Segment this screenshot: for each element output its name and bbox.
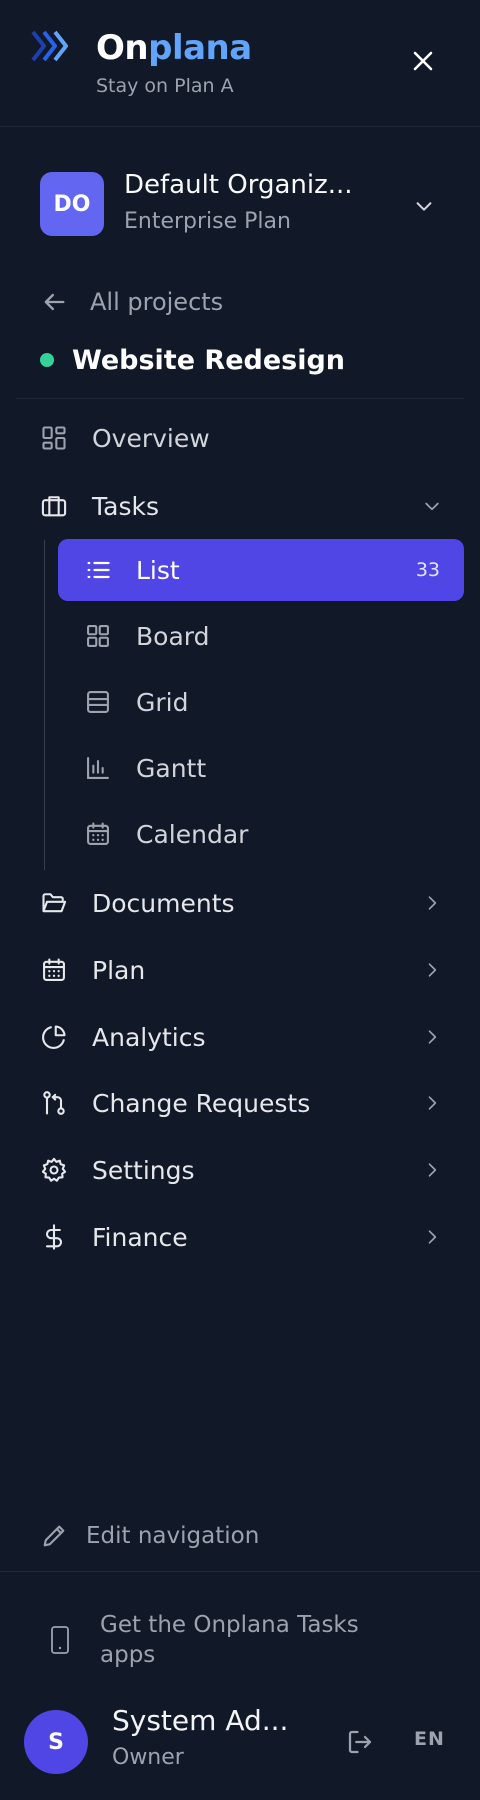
subnav-label-gantt: Gantt [136,753,207,783]
all-projects-link[interactable]: All projects [40,284,223,320]
edit-navigation-label: Edit navigation [86,1523,260,1549]
chevron-down-icon [416,202,432,211]
nav-item-overview[interactable]: Overview [40,414,444,462]
brand-name-plana: plana [148,28,252,68]
list-count-badge: 33 [415,559,440,581]
project-status-dot [40,353,54,367]
brand-logo-text: Onplana [96,28,252,68]
close-sidebar-button[interactable] [408,46,438,76]
organization-switcher-button[interactable] [408,190,440,222]
gantt-chart-icon [84,754,112,782]
brand-tagline: Stay on Plan A [96,75,234,97]
grid-icon [84,688,112,716]
organization-plan: Enterprise Plan [124,209,291,234]
briefcase-icon [40,492,68,520]
arrow-left-icon [44,293,65,311]
logout-icon [348,1730,372,1754]
dollar-icon [40,1223,68,1251]
nav-item-settings[interactable]: Settings [40,1146,444,1194]
subnav-item-grid[interactable]: Grid [58,671,464,733]
board-icon [84,622,112,650]
chevron-down-icon[interactable] [420,494,444,518]
language-toggle[interactable]: EN [414,1728,445,1750]
nav-item-tasks[interactable]: Tasks [40,482,444,530]
subnav-label-board: Board [136,621,210,651]
chevron-right-icon [420,958,444,982]
smartphone-icon [51,1626,69,1654]
pencil-icon [43,1525,65,1547]
git-pull-request-icon [40,1089,68,1117]
list-icon [84,556,112,584]
subnav-label-grid: Grid [136,687,189,717]
header-divider [0,126,480,127]
nav-label-tasks: Tasks [92,491,159,521]
nav-item-finance[interactable]: Finance [40,1213,444,1261]
logout-button[interactable] [342,1724,378,1760]
get-apps-label: Get the Onplana Tasks apps [100,1612,359,1668]
subnav-item-board[interactable]: Board [58,605,464,667]
nav-label-settings: Settings [92,1155,195,1185]
get-apps-link[interactable]: Get the Onplana Tasks apps [48,1610,428,1670]
footer-divider [0,1571,480,1572]
onplana-logo-icon [30,26,74,66]
chevron-right-icon [420,1225,444,1249]
calendar-icon [84,820,112,848]
nav-label-finance: Finance [92,1222,188,1252]
edit-navigation-button[interactable]: Edit navigation [40,1518,259,1554]
tasks-subnav-line [44,540,45,870]
nav-label-documents: Documents [92,888,235,918]
subnav-item-calendar[interactable]: Calendar [58,803,464,865]
brand-name-on: On [96,28,149,68]
folder-open-icon [40,889,68,917]
calendar-icon [40,956,68,984]
nav-item-plan[interactable]: Plan [40,946,444,994]
nav-label-overview: Overview [92,423,210,453]
current-project: Website Redesign [40,340,345,380]
nav-item-documents[interactable]: Documents [40,879,444,927]
chevron-right-icon [420,891,444,915]
subnav-item-list[interactable]: List 33 [58,539,464,601]
gear-icon [40,1156,68,1184]
user-role: Owner [112,1745,184,1770]
project-name: Website Redesign [72,344,346,376]
organization-name[interactable]: Default Organiz... [124,170,353,200]
nav-item-change-requests[interactable]: Change Requests [40,1079,444,1127]
nav-label-change-requests: Change Requests [92,1088,311,1118]
nav-label-plan: Plan [92,955,146,985]
user-avatar[interactable]: S [24,1710,88,1774]
close-icon [413,51,433,71]
subnav-label-list: List [136,555,180,585]
overview-icon [40,424,68,452]
nav-label-analytics: Analytics [92,1022,206,1052]
user-name: System Ad... [112,1704,289,1737]
nav-item-analytics[interactable]: Analytics [40,1013,444,1061]
subnav-label-calendar: Calendar [136,819,249,849]
subnav-item-gantt[interactable]: Gantt [58,737,464,799]
project-divider [16,398,464,399]
chevron-right-icon [420,1158,444,1182]
organization-avatar[interactable]: DO [40,172,104,236]
all-projects-label: All projects [90,288,224,316]
chevron-right-icon [420,1025,444,1049]
pie-chart-icon [40,1023,68,1051]
chevron-right-icon [420,1091,444,1115]
